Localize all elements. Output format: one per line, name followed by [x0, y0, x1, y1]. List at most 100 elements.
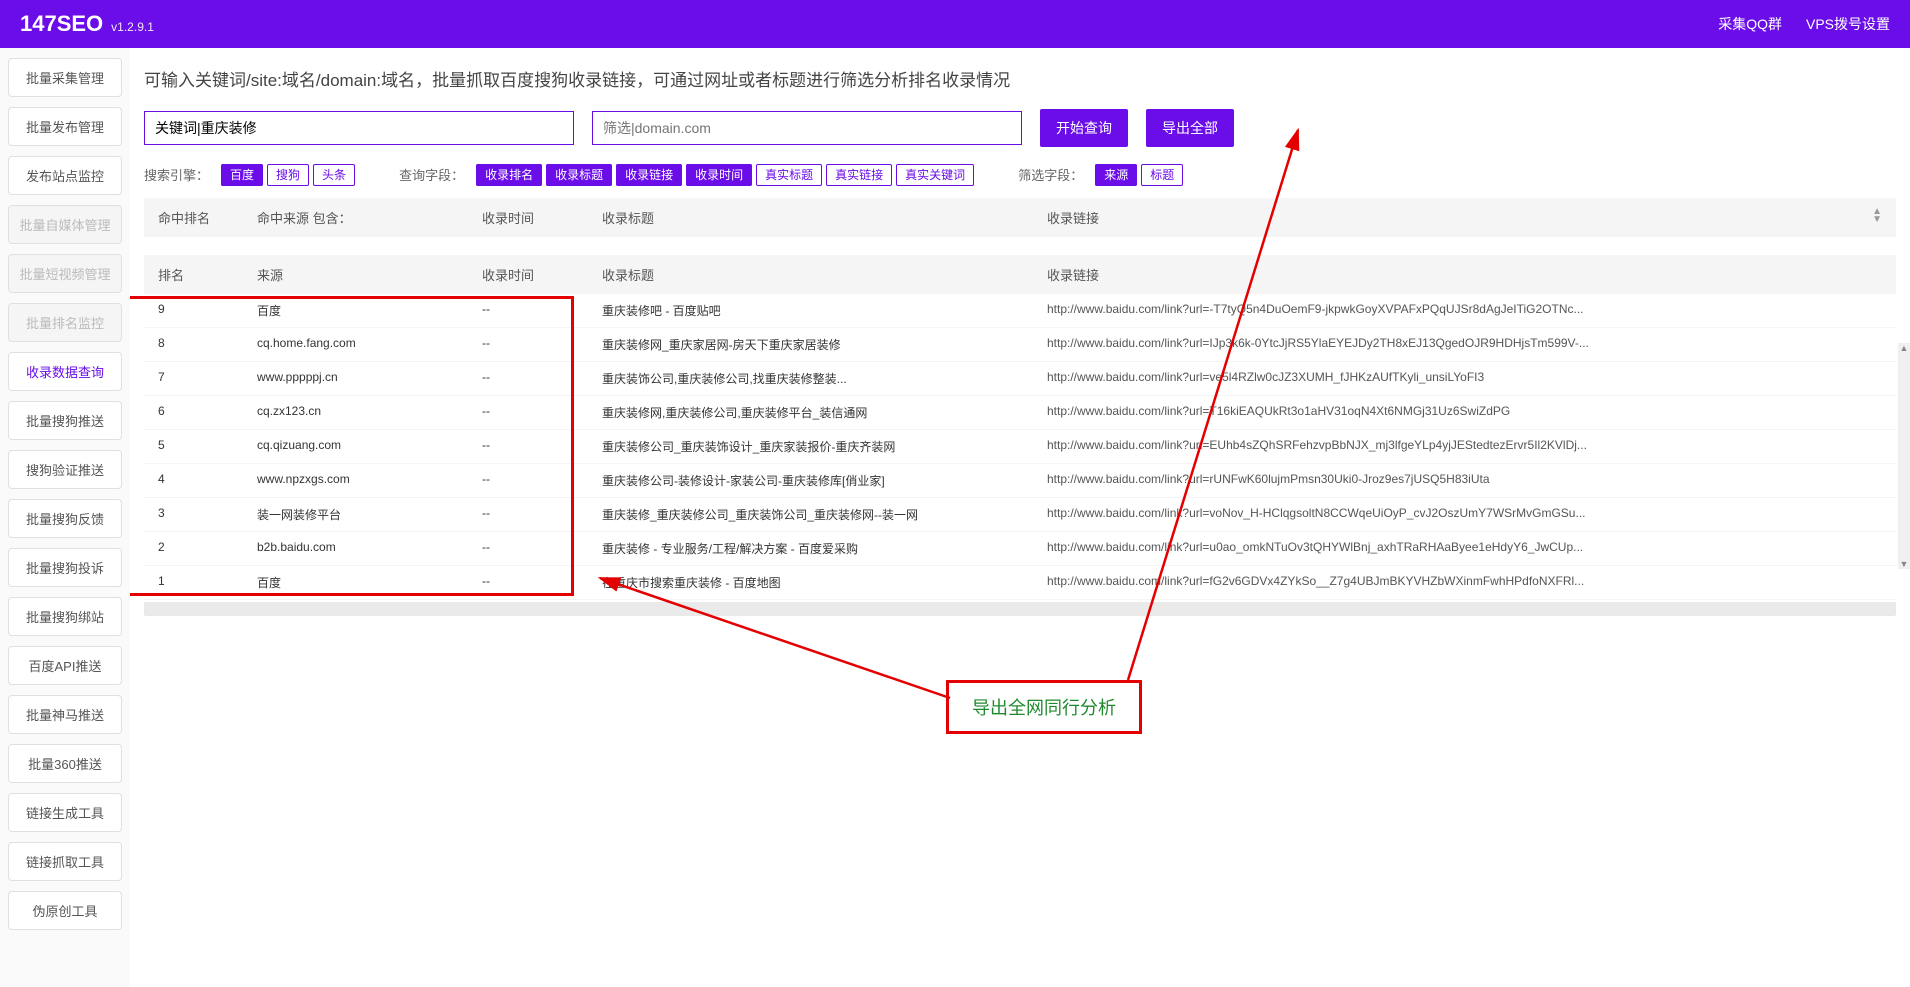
cell-source: cq.qizuang.com — [257, 438, 482, 455]
cell-title: 重庆装修网,重庆装修公司,重庆装修平台_装信通网 — [602, 404, 1047, 421]
sidebar-item-14[interactable]: 批量360推送 — [8, 744, 122, 783]
cell-title: 重庆装修网_重庆家居网-房天下重庆家居装修 — [602, 336, 1047, 353]
cell-link: http://www.baidu.com/link?url=-T7tyQ5n4D… — [1047, 302, 1888, 319]
sidebar-item-3: 批量自媒体管理 — [8, 205, 122, 244]
table-row[interactable]: 7www.pppppj.cn--重庆装饰公司,重庆装修公司,找重庆装修整装...… — [144, 362, 1896, 396]
query-field-chip-4[interactable]: 真实标题 — [756, 164, 822, 186]
cell-title: 重庆装修公司_重庆装饰设计_重庆家装报价-重庆齐装网 — [602, 438, 1047, 455]
cell-rank: 6 — [152, 404, 257, 421]
engine-chip-0[interactable]: 百度 — [221, 164, 263, 186]
table-row[interactable]: 1百度--在重庆市搜索重庆装修 - 百度地图http://www.baidu.c… — [144, 566, 1896, 600]
filter-row: 搜索引擎： 百度搜狗头条 查询字段： 收录排名收录标题收录链接收录时间真实标题真… — [144, 165, 1896, 184]
cell-rank: 3 — [152, 506, 257, 523]
main-panel: 可输入关键词/site:域名/domain:域名，批量抓取百度搜狗收录链接，可通… — [130, 48, 1910, 987]
cell-time: -- — [482, 438, 602, 455]
table-row[interactable]: 3装一网装修平台--重庆装修_重庆装修公司_重庆装饰公司_重庆装修网--装一网h… — [144, 498, 1896, 532]
annotation-text: 导出全网同行分析 — [972, 694, 1116, 720]
query-field-chip-5[interactable]: 真实链接 — [826, 164, 892, 186]
cell-rank: 1 — [152, 574, 257, 591]
col-hit-source: 命中来源 包含： — [257, 208, 482, 227]
cell-time: -- — [482, 540, 602, 557]
filter-field-label: 筛选字段： — [1018, 165, 1083, 184]
query-field-chip-2[interactable]: 收录链接 — [616, 164, 682, 186]
col-title: 收录标题 — [602, 265, 1047, 284]
cell-rank: 9 — [152, 302, 257, 319]
sidebar-item-16[interactable]: 链接抓取工具 — [8, 842, 122, 881]
cell-rank: 7 — [152, 370, 257, 387]
scroll-down-icon[interactable]: ▼ — [1900, 559, 1909, 569]
export-button[interactable]: 导出全部 — [1146, 109, 1234, 147]
sidebar-item-9[interactable]: 批量搜狗反馈 — [8, 499, 122, 538]
query-field-label: 查询字段： — [399, 165, 464, 184]
query-field-chip-0[interactable]: 收录排名 — [476, 164, 542, 186]
version-label: v1.2.9.1 — [111, 20, 154, 34]
query-button[interactable]: 开始查询 — [1040, 109, 1128, 147]
sidebar-item-15[interactable]: 链接生成工具 — [8, 793, 122, 832]
sidebar-item-13[interactable]: 批量神马推送 — [8, 695, 122, 734]
table-row[interactable]: 9百度--重庆装修吧 - 百度贴吧http://www.baidu.com/li… — [144, 294, 1896, 328]
cell-time: -- — [482, 472, 602, 489]
header-link-qq[interactable]: 采集QQ群 — [1718, 14, 1782, 34]
col-source: 来源 — [257, 265, 482, 284]
app-header: 147SEO v1.2.9.1 采集QQ群 VPS拨号设置 — [0, 0, 1910, 48]
filter-input[interactable] — [592, 111, 1022, 145]
col-hit-time: 收录时间 — [482, 208, 602, 227]
query-field-chip-6[interactable]: 真实关键词 — [896, 164, 974, 186]
sidebar-item-1[interactable]: 批量发布管理 — [8, 107, 122, 146]
cell-link: http://www.baidu.com/link?url=IJp3k6k-0Y… — [1047, 336, 1888, 353]
cell-source: www.pppppj.cn — [257, 370, 482, 387]
sidebar-item-12[interactable]: 百度API推送 — [8, 646, 122, 685]
header-link-vps[interactable]: VPS拨号设置 — [1806, 14, 1890, 34]
engine-chip-1[interactable]: 搜狗 — [267, 164, 309, 186]
cell-link: http://www.baidu.com/link?url=u0ao_omkNT… — [1047, 540, 1888, 557]
table-row[interactable]: 5cq.qizuang.com--重庆装修公司_重庆装饰设计_重庆家装报价-重庆… — [144, 430, 1896, 464]
sidebar: 批量采集管理批量发布管理发布站点监控批量自媒体管理批量短视频管理批量排名监控收录… — [0, 48, 130, 987]
filter-field-chip-1[interactable]: 标题 — [1141, 164, 1183, 186]
cell-time: -- — [482, 370, 602, 387]
table-row[interactable]: 6cq.zx123.cn--重庆装修网,重庆装修公司,重庆装修平台_装信通网ht… — [144, 396, 1896, 430]
cell-title: 重庆装修公司-装修设计-家装公司-重庆装修库[俏业家] — [602, 472, 1047, 489]
sidebar-item-11[interactable]: 批量搜狗绑站 — [8, 597, 122, 636]
vertical-scrollbar[interactable]: ▲ ▼ — [1898, 343, 1910, 569]
table-row[interactable]: 4www.npzxgs.com--重庆装修公司-装修设计-家装公司-重庆装修库[… — [144, 464, 1896, 498]
cell-source: 装一网装修平台 — [257, 506, 482, 523]
sidebar-item-17[interactable]: 伪原创工具 — [8, 891, 122, 930]
sidebar-item-7[interactable]: 批量搜狗推送 — [8, 401, 122, 440]
table-row[interactable]: 2b2b.baidu.com--重庆装修 - 专业服务/工程/解决方案 - 百度… — [144, 532, 1896, 566]
query-field-chip-3[interactable]: 收录时间 — [686, 164, 752, 186]
filter-field-chip-0[interactable]: 来源 — [1095, 164, 1137, 186]
table-row[interactable]: 8cq.home.fang.com--重庆装修网_重庆家居网-房天下重庆家居装修… — [144, 328, 1896, 362]
cell-time: -- — [482, 404, 602, 421]
sidebar-item-6[interactable]: 收录数据查询 — [8, 352, 122, 391]
cell-source: 百度 — [257, 574, 482, 591]
cell-time: -- — [482, 506, 602, 523]
scroll-up-icon[interactable]: ▲ — [1900, 343, 1909, 353]
cell-rank: 8 — [152, 336, 257, 353]
cell-link: http://www.baidu.com/link?url=ve5l4RZlw0… — [1047, 370, 1888, 387]
sidebar-item-4: 批量短视频管理 — [8, 254, 122, 293]
col-hit-link: 收录链接 — [1047, 208, 1872, 227]
sidebar-item-2[interactable]: 发布站点监控 — [8, 156, 122, 195]
sidebar-item-0[interactable]: 批量采集管理 — [8, 58, 122, 97]
sidebar-item-10[interactable]: 批量搜狗投诉 — [8, 548, 122, 587]
cell-link: http://www.baidu.com/link?url=voNov_H-HC… — [1047, 506, 1888, 523]
query-field-chip-1[interactable]: 收录标题 — [546, 164, 612, 186]
brand-name: 147SEO — [20, 11, 103, 37]
col-link: 收录链接 — [1047, 265, 1888, 284]
engine-chip-2[interactable]: 头条 — [313, 164, 355, 186]
cell-title: 重庆装饰公司,重庆装修公司,找重庆装修整装... — [602, 370, 1047, 387]
sidebar-item-8[interactable]: 搜狗验证推送 — [8, 450, 122, 489]
summary-header-row: 命中排名 命中来源 包含： 收录时间 收录标题 收录链接 ▲▼ — [144, 198, 1896, 237]
table-header-row: 排名 来源 收录时间 收录标题 收录链接 — [144, 255, 1896, 294]
expand-toggle-icon[interactable]: ▲▼ — [1872, 208, 1888, 227]
keyword-input[interactable] — [144, 111, 574, 145]
cell-link: http://www.baidu.com/link?url=T16kiEAQUk… — [1047, 404, 1888, 421]
cell-link: http://www.baidu.com/link?url=EUhb4sZQhS… — [1047, 438, 1888, 455]
sidebar-item-5: 批量排名监控 — [8, 303, 122, 342]
col-hit-rank: 命中排名 — [152, 208, 257, 227]
cell-rank: 2 — [152, 540, 257, 557]
cell-link: http://www.baidu.com/link?url=rUNFwK60lu… — [1047, 472, 1888, 489]
cell-title: 在重庆市搜索重庆装修 - 百度地图 — [602, 574, 1047, 591]
cell-source: 百度 — [257, 302, 482, 319]
horizontal-scrollbar[interactable] — [144, 602, 1896, 616]
